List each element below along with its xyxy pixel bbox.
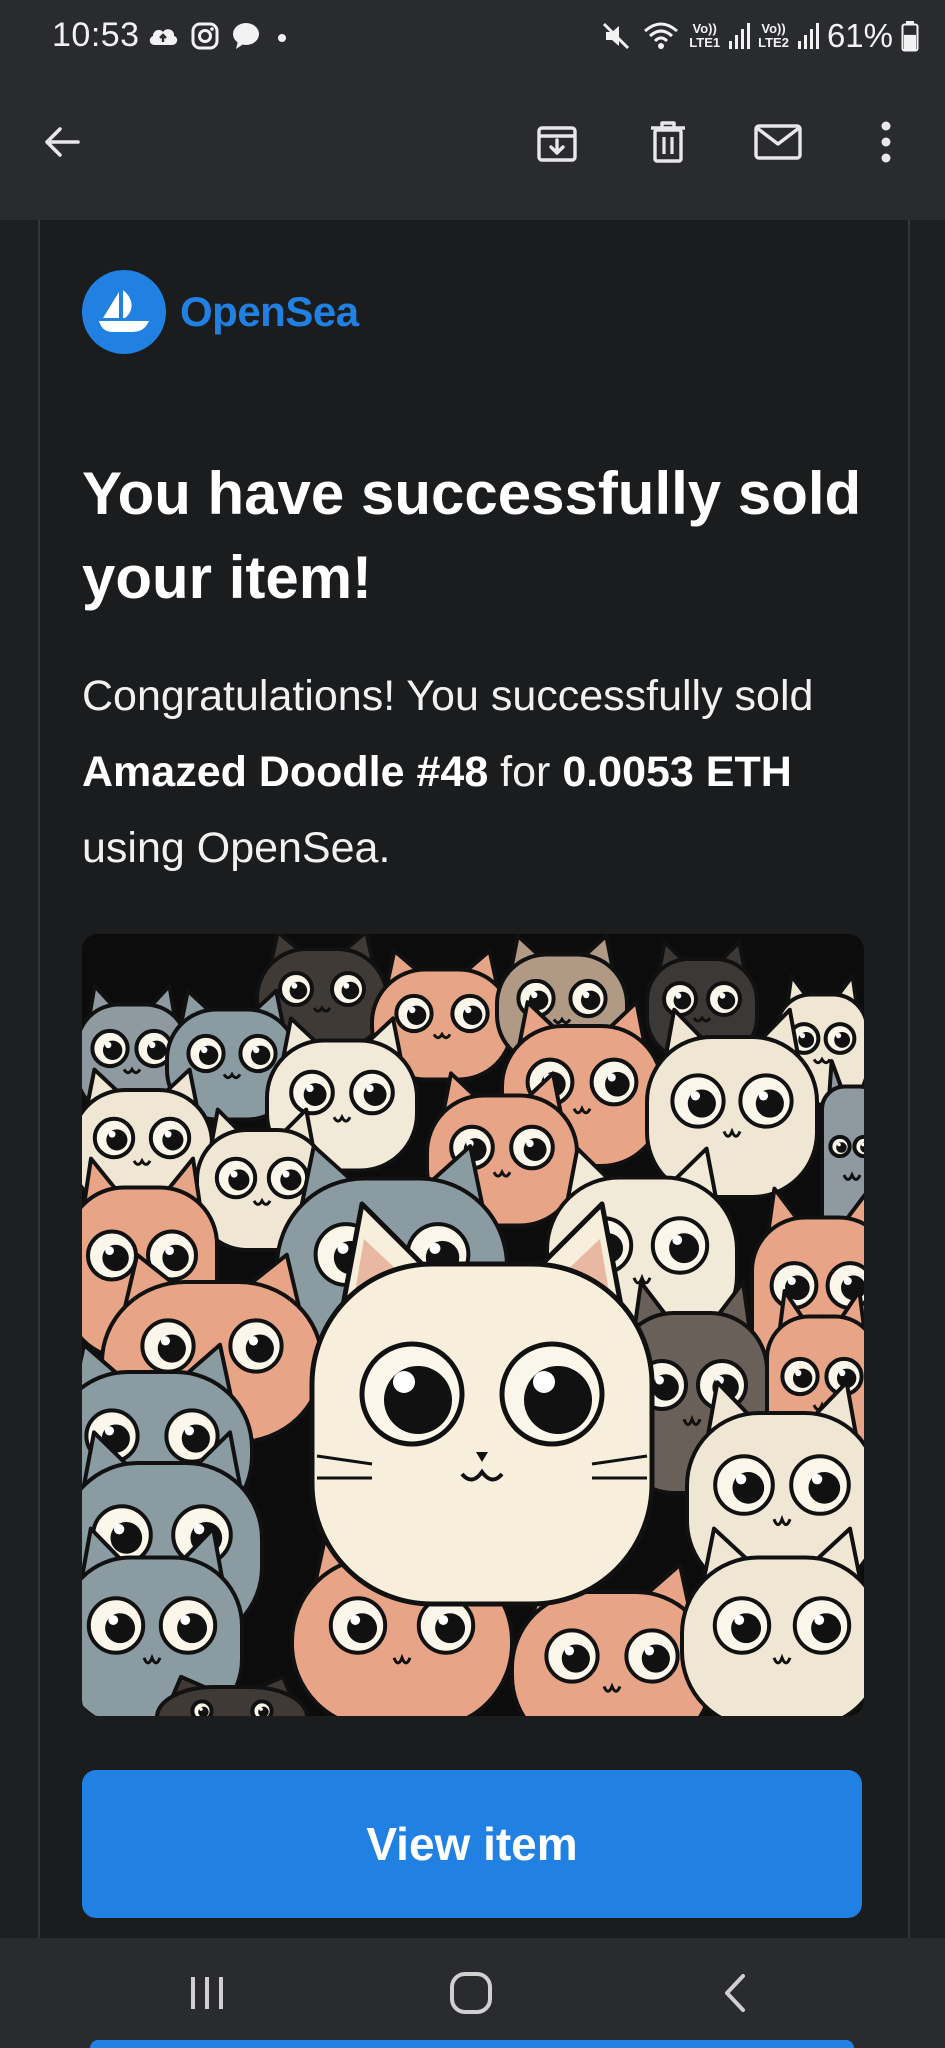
status-notification-icons (146, 18, 292, 54)
archive-icon (537, 126, 577, 162)
item-name: Amazed Doodle #48 (82, 748, 489, 796)
back-arrow-icon (45, 127, 80, 157)
notification-dot-icon (278, 34, 286, 42)
status-system-icons: Vo)) LTE1 Vo)) LTE2 61% (599, 14, 919, 58)
email-toolbar (0, 72, 945, 220)
message-for: for (488, 748, 563, 796)
sim2-tag-top: Vo)) (761, 21, 786, 36)
system-nav-bar (0, 1938, 945, 2048)
home-button[interactable] (436, 1962, 506, 2024)
sim1-tag-top: Vo)) (692, 21, 717, 36)
view-item-button[interactable]: View item (82, 1770, 862, 1918)
brand-name: OpenSea (180, 288, 359, 335)
mark-unread-icon (754, 124, 802, 160)
back-button[interactable] (32, 112, 92, 172)
mark-unread-button[interactable] (748, 112, 808, 172)
battery-percent: 61% (826, 17, 893, 54)
more-options-button[interactable] (856, 112, 916, 172)
home-icon (450, 1972, 492, 2014)
instagram-icon (191, 22, 219, 50)
nav-back-button[interactable] (700, 1962, 770, 2024)
status-time: 10:53 (52, 16, 140, 54)
signal-sim2-icon (797, 23, 819, 49)
wifi-icon (644, 22, 679, 49)
delete-icon (651, 121, 685, 163)
email-message: Congratulations! You successfully sold A… (82, 658, 862, 886)
mute-icon (603, 22, 630, 50)
opensea-brand[interactable]: OpenSea (82, 270, 359, 354)
scroll-peek-strip (90, 2040, 854, 2048)
back-icon (725, 1974, 745, 2012)
opensea-logo-icon (82, 270, 166, 354)
signal-sim1-icon (729, 23, 751, 49)
archive-button[interactable] (527, 112, 587, 172)
nft-cats-artwork[interactable] (82, 934, 864, 1716)
sim1-network-tag: Vo)) LTE1 (689, 22, 720, 50)
recent-apps-icon (191, 1977, 223, 2009)
more-options-icon (881, 121, 891, 163)
cloud-upload-icon (149, 29, 178, 45)
email-body[interactable]: OpenSea You have successfully sold your … (0, 220, 945, 1938)
sale-price: 0.0053 ETH (562, 748, 792, 796)
battery-icon (901, 21, 919, 52)
message-intro: Congratulations! You successfully sold (82, 672, 814, 720)
delete-button[interactable] (638, 112, 698, 172)
email-headline: You have successfully sold your item! (82, 460, 862, 611)
sim2-network-tag: Vo)) LTE2 (758, 22, 789, 50)
chat-bubble-icon (233, 23, 259, 49)
message-outro: using OpenSea. (82, 824, 391, 872)
status-bar: 10:53 Vo)) LTE1 Vo)) LTE2 61% (0, 0, 945, 72)
sim1-tag-bottom: LTE1 (689, 35, 721, 50)
nft-artwork-illustration (82, 934, 864, 1716)
sim2-tag-bottom: LTE2 (758, 35, 789, 50)
recent-apps-button[interactable] (172, 1962, 242, 2024)
